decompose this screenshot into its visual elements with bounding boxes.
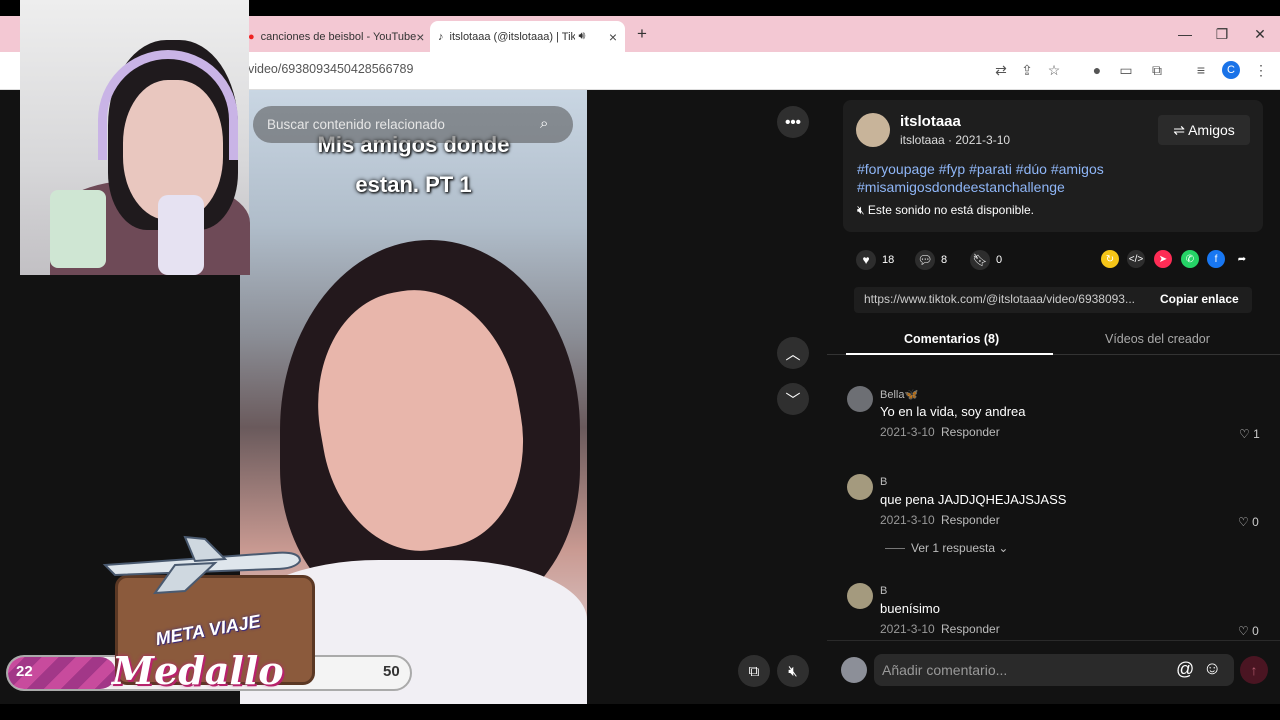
- comment-action[interactable]: 💬︎ 8: [915, 250, 947, 270]
- more-menu-icon[interactable]: ⋮: [1252, 61, 1270, 79]
- search-icon[interactable]: ⌕: [540, 115, 558, 133]
- restore-button[interactable]: ❐: [1203, 16, 1241, 52]
- url-field[interactable]: video/6938093450428566789: [248, 62, 413, 76]
- comment-text: que pena JAJDJQHEJAJSJASS: [880, 492, 1067, 507]
- floating-player-icon[interactable]: ⧉: [738, 655, 770, 687]
- view-replies-label[interactable]: Ver 1 respuesta ⌄: [911, 541, 1008, 555]
- divider: [885, 548, 905, 550]
- tab-creator-videos[interactable]: Vídeos del creador: [1105, 332, 1210, 346]
- comment-user[interactable]: B: [880, 476, 887, 488]
- extension-icon[interactable]: ▭: [1117, 61, 1135, 79]
- comment-date: 2021-3-10: [880, 622, 935, 636]
- comment-like[interactable]: ♡ 1: [1239, 427, 1260, 441]
- save-count: 0: [996, 254, 1003, 266]
- install-icon[interactable]: ⇪: [1018, 61, 1036, 79]
- save-action[interactable]: 🔖︎ 0: [970, 250, 1002, 270]
- tab-youtube[interactable]: ● canciones de beisbol - YouTube ×: [240, 21, 425, 52]
- video-caption-line2: estan. PT 1: [355, 172, 472, 197]
- webcam-bottle: [158, 195, 204, 275]
- more-options-button[interactable]: •••: [777, 106, 809, 138]
- minimize-button[interactable]: —: [1166, 16, 1204, 52]
- emoji-icon[interactable]: ☺: [1203, 658, 1221, 679]
- extension-cookie-icon[interactable]: ●: [1088, 61, 1106, 79]
- like-count: 18: [882, 254, 895, 266]
- avatar[interactable]: [847, 474, 873, 500]
- heart-outline-icon[interactable]: ♡: [1238, 624, 1249, 638]
- avatar[interactable]: [847, 386, 873, 412]
- reply-button[interactable]: Responder: [941, 425, 1000, 439]
- profile-avatar[interactable]: C: [1222, 61, 1240, 79]
- mention-icon[interactable]: @: [1176, 659, 1194, 680]
- airplane-icon: [102, 535, 302, 595]
- active-tab-underline: [846, 353, 1053, 355]
- comment-date: 2021-3-10: [880, 425, 935, 439]
- sound-text: Este sonido no está disponible.: [867, 203, 1035, 217]
- avatar[interactable]: [841, 657, 867, 683]
- copy-link-button[interactable]: Copiar enlace: [1160, 292, 1239, 306]
- goal-meter-target: 50: [383, 663, 400, 680]
- muted-sound-icon: 🔇︎: [857, 203, 868, 217]
- bookmark-star-icon[interactable]: ☆: [1045, 61, 1063, 79]
- tab-comments[interactable]: Comentarios (8): [904, 332, 999, 346]
- comment-count: 8: [941, 254, 948, 266]
- share-arrow-icon[interactable]: ➦: [1233, 250, 1251, 268]
- tab-tiktok[interactable]: ♪ itslotaaa (@itslotaaa) | TikT 🔊︎ ×: [430, 21, 625, 52]
- comment-like[interactable]: ♡ 0: [1238, 515, 1259, 529]
- facebook-icon[interactable]: f: [1207, 250, 1225, 268]
- mute-icon[interactable]: 🔇︎: [777, 655, 809, 687]
- puzzle-icon[interactable]: ⧉: [1148, 61, 1166, 79]
- extension-menu-icon[interactable]: ≡: [1192, 61, 1210, 79]
- new-tab-button[interactable]: +: [632, 24, 652, 44]
- streamer-webcam: [20, 0, 250, 275]
- panel-tabs: [827, 325, 1280, 355]
- close-window-button[interactable]: ✕: [1241, 16, 1279, 52]
- next-video-button[interactable]: ﹀: [777, 383, 809, 415]
- video-link[interactable]: https://www.tiktok.com/@itslotaaa/video/…: [864, 292, 1146, 306]
- comment-user[interactable]: B: [880, 585, 887, 597]
- related-search-input[interactable]: Buscar contenido relacionado: [253, 106, 573, 143]
- comment-like[interactable]: ♡ 0: [1238, 624, 1259, 638]
- tab-title: itslotaaa (@itslotaaa) | TikT: [449, 30, 575, 43]
- avatar[interactable]: [856, 113, 890, 147]
- close-tab-icon[interactable]: ×: [609, 29, 617, 45]
- heart-icon[interactable]: ♥: [856, 250, 876, 270]
- comment-icon[interactable]: 💬︎: [915, 250, 935, 270]
- embed-icon[interactable]: </>: [1127, 250, 1145, 268]
- tab-title: canciones de beisbol - YouTube: [260, 30, 417, 43]
- repost-icon[interactable]: ↻: [1101, 250, 1119, 268]
- comment-user[interactable]: Bella🦋: [880, 388, 918, 401]
- comment-text: Yo en la vida, soy andrea: [880, 404, 1026, 419]
- post-username[interactable]: itslotaaa: [900, 113, 961, 130]
- speaker-icon[interactable]: 🔊︎: [579, 30, 586, 43]
- close-tab-icon[interactable]: ×: [416, 29, 424, 45]
- webcam-cup: [50, 190, 106, 268]
- avatar[interactable]: [847, 583, 873, 609]
- like-action[interactable]: ♥ 18: [856, 250, 894, 270]
- post-meta: itslotaaa · 2021-3-10: [900, 133, 1011, 147]
- translate-icon[interactable]: ⇄: [992, 61, 1010, 79]
- friends-button[interactable]: ⇌ Amigos: [1158, 115, 1250, 145]
- send-comment-button[interactable]: ↑: [1240, 656, 1268, 684]
- post-hashtags[interactable]: #foryoupage #fyp #parati #dúo #amigos #m…: [857, 160, 1237, 196]
- previous-video-button[interactable]: ︿: [777, 337, 809, 369]
- reply-button[interactable]: Responder: [941, 622, 1000, 636]
- goal-meter-current: 22: [16, 663, 33, 680]
- bookmark-icon[interactable]: 🔖︎: [970, 250, 990, 270]
- goal-badge-main: Medallo: [112, 648, 284, 693]
- sound-status: 🔇︎ Este sonido no está disponible.: [857, 203, 1034, 218]
- heart-outline-icon[interactable]: ♡: [1239, 427, 1250, 441]
- view-replies-link[interactable]: Ver 1 respuesta ⌄: [885, 541, 1008, 555]
- comment-like-count: 1: [1253, 427, 1260, 441]
- comment-like-count: 0: [1252, 624, 1259, 638]
- heart-outline-icon[interactable]: ♡: [1238, 515, 1249, 529]
- comment-like-count: 0: [1252, 515, 1259, 529]
- reply-button[interactable]: Responder: [941, 513, 1000, 527]
- comment-date: 2021-3-10: [880, 513, 935, 527]
- whatsapp-icon[interactable]: ✆: [1181, 250, 1199, 268]
- tiktok-icon: ♪: [438, 30, 444, 43]
- send-to-friends-icon[interactable]: ➤: [1154, 250, 1172, 268]
- bottom-black-bar: [0, 704, 1280, 720]
- comment-text: buenísimo: [880, 601, 940, 616]
